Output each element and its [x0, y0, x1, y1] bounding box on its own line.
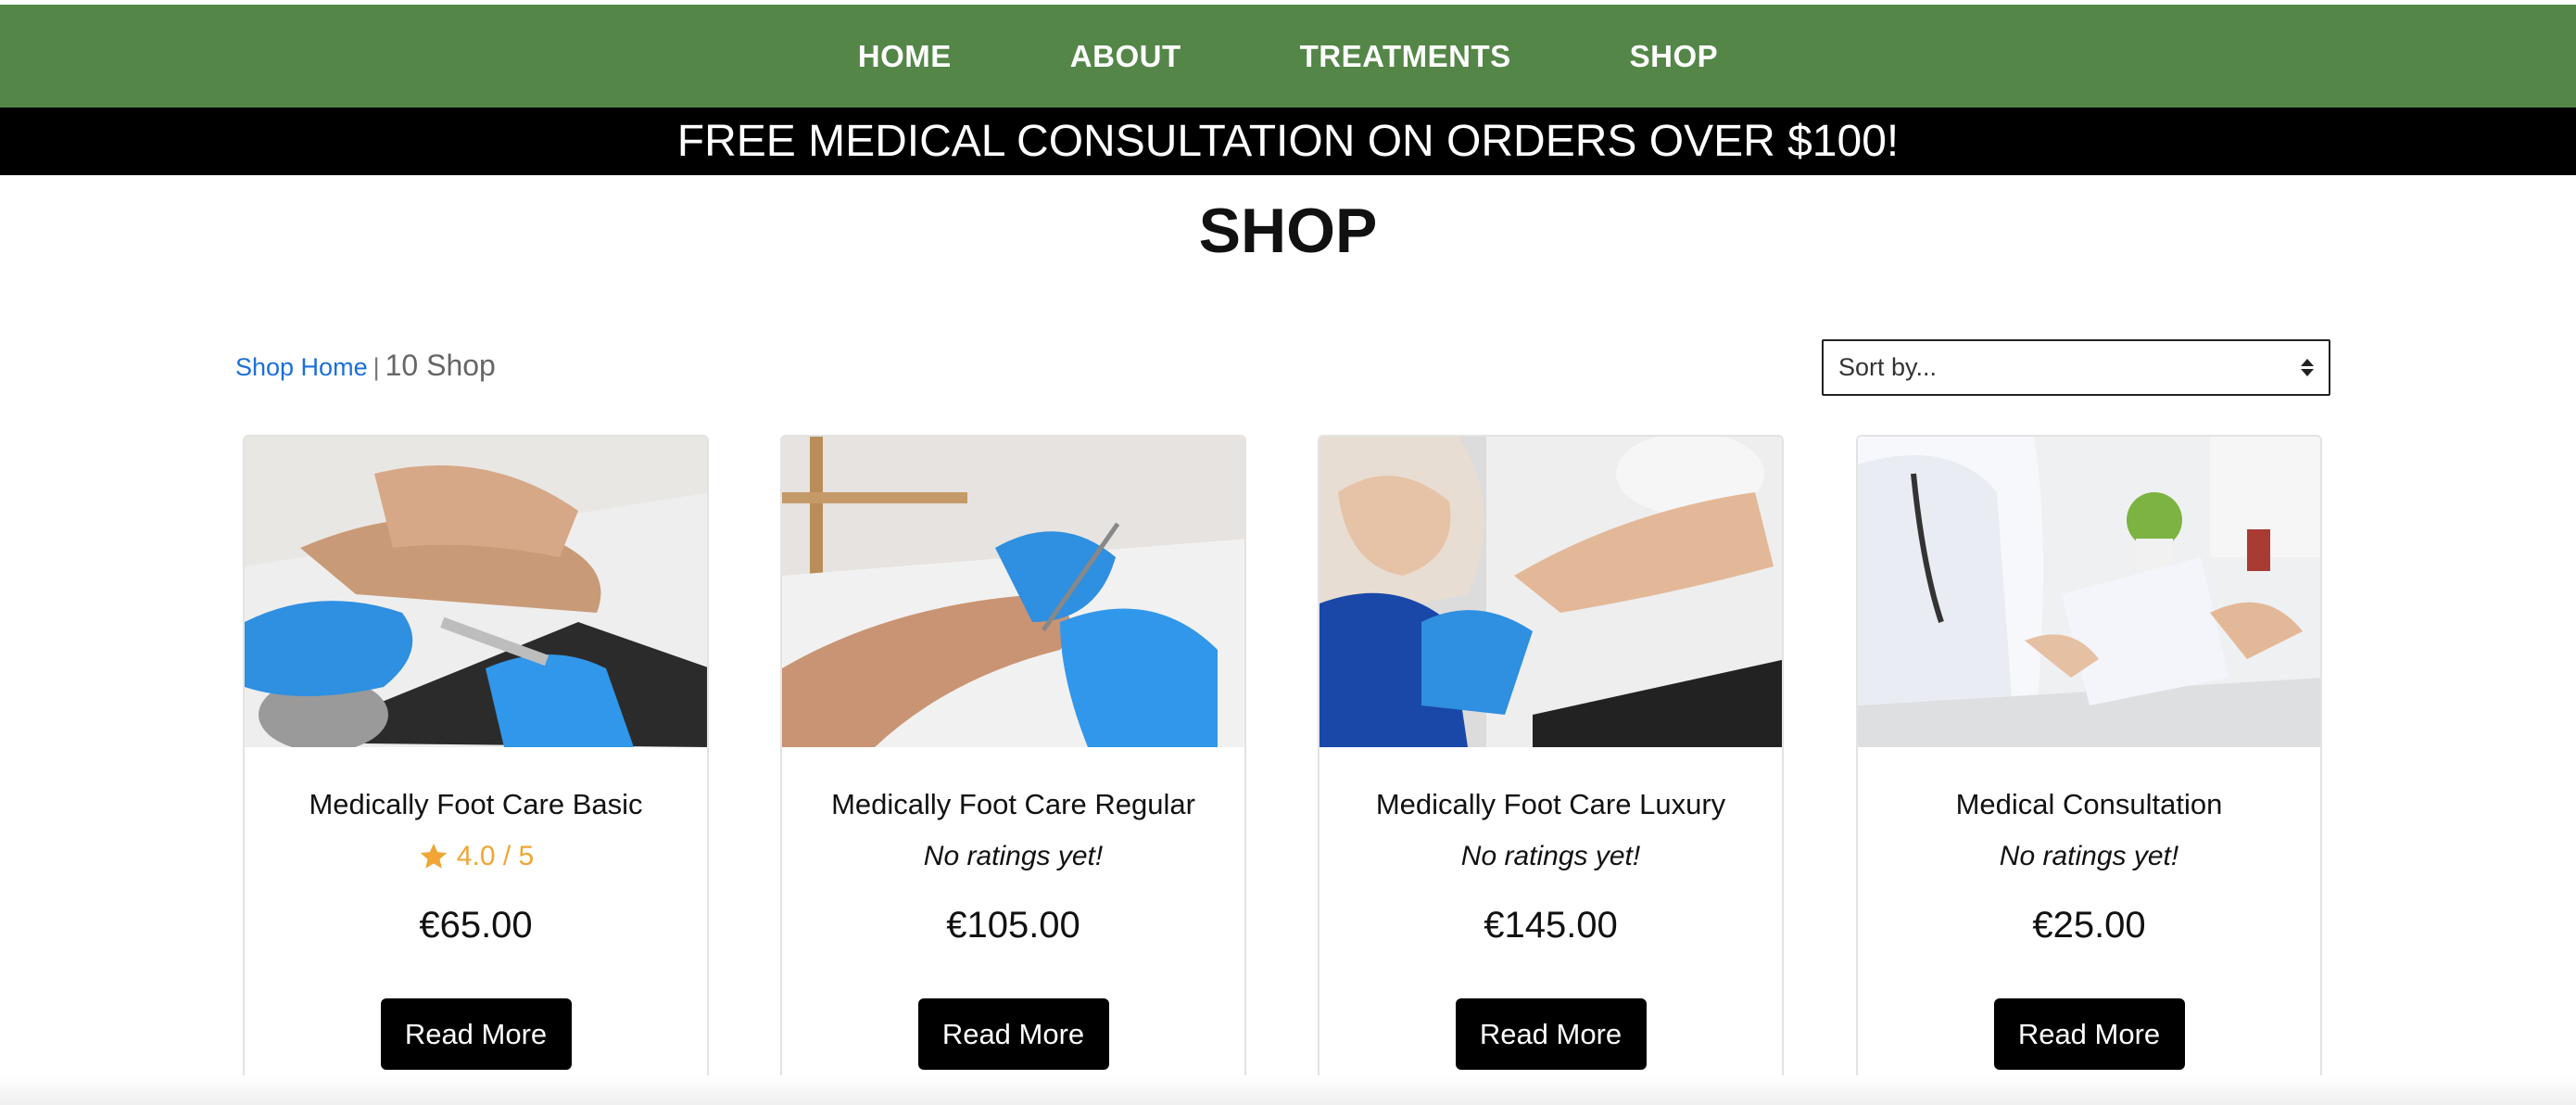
product-card: Medically Foot Care Luxury No ratings ye…: [1318, 435, 1784, 1091]
page-title: SHOP: [1198, 196, 1378, 266]
nav-treatments[interactable]: TREATMENTS: [1300, 39, 1511, 74]
product-card: Medical Consultation No ratings yet! €25…: [1856, 435, 2322, 1091]
product-name: Medically Foot Care Luxury: [1375, 788, 1726, 820]
product-rating: No ratings yet!: [1460, 841, 1641, 871]
foot-care-regular-photo: [782, 437, 1244, 747]
read-more-button[interactable]: Read More: [917, 998, 1109, 1070]
breadcrumb-separator: |: [373, 353, 380, 381]
star-icon: [420, 843, 447, 869]
product-card: Medically Foot Care Regular No ratings y…: [780, 435, 1246, 1091]
sort-selected-value: Sort by...: [1838, 353, 1938, 381]
product-image[interactable]: [245, 437, 707, 747]
select-arrows-icon: [2301, 359, 2314, 376]
product-rating: 4.0 / 5: [245, 841, 707, 872]
page-bottom-shadow: [0, 1075, 2576, 1105]
product-rating: No ratings yet!: [1999, 841, 2179, 871]
promo-banner: FREE MEDICAL CONSULTATION ON ORDERS OVER…: [0, 108, 2576, 175]
sort-select[interactable]: Sort by...: [1822, 339, 2330, 396]
breadcrumb-current: 10 Shop: [385, 349, 496, 382]
product-image[interactable]: [1858, 437, 2320, 747]
product-price: €65.00: [419, 905, 533, 946]
product-name: Medically Foot Care Regular: [831, 788, 1195, 820]
product-rating: No ratings yet!: [923, 841, 1104, 871]
product-image[interactable]: [782, 437, 1244, 747]
nav-shop[interactable]: SHOP: [1630, 39, 1719, 74]
read-more-button[interactable]: Read More: [1993, 998, 2185, 1070]
product-name: Medically Foot Care Basic: [309, 788, 643, 820]
nav-home[interactable]: HOME: [858, 39, 952, 74]
product-image[interactable]: [1320, 437, 1782, 747]
read-more-button[interactable]: Read More: [380, 998, 572, 1070]
foot-care-luxury-photo: [1320, 437, 1782, 747]
nav-about[interactable]: ABOUT: [1070, 39, 1181, 74]
promo-text: FREE MEDICAL CONSULTATION ON ORDERS OVER…: [676, 117, 1900, 166]
breadcrumb: Shop Home | 10 Shop: [235, 349, 496, 383]
main-navbar: HOME ABOUT TREATMENTS SHOP: [0, 5, 2576, 108]
medical-consultation-photo: [1858, 437, 2320, 747]
read-more-button[interactable]: Read More: [1455, 998, 1647, 1070]
product-price: €145.00: [1484, 905, 1618, 946]
product-card: Medically Foot Care Basic 4.0 / 5 €65.00…: [243, 435, 709, 1091]
breadcrumb-shop-home-link[interactable]: Shop Home: [235, 353, 368, 382]
rating-value: 4.0 / 5: [456, 841, 535, 871]
foot-care-basic-photo: [245, 437, 707, 747]
product-name: Medical Consultation: [1955, 788, 2223, 820]
product-price: €25.00: [2032, 905, 2146, 946]
product-price: €105.00: [946, 905, 1080, 946]
